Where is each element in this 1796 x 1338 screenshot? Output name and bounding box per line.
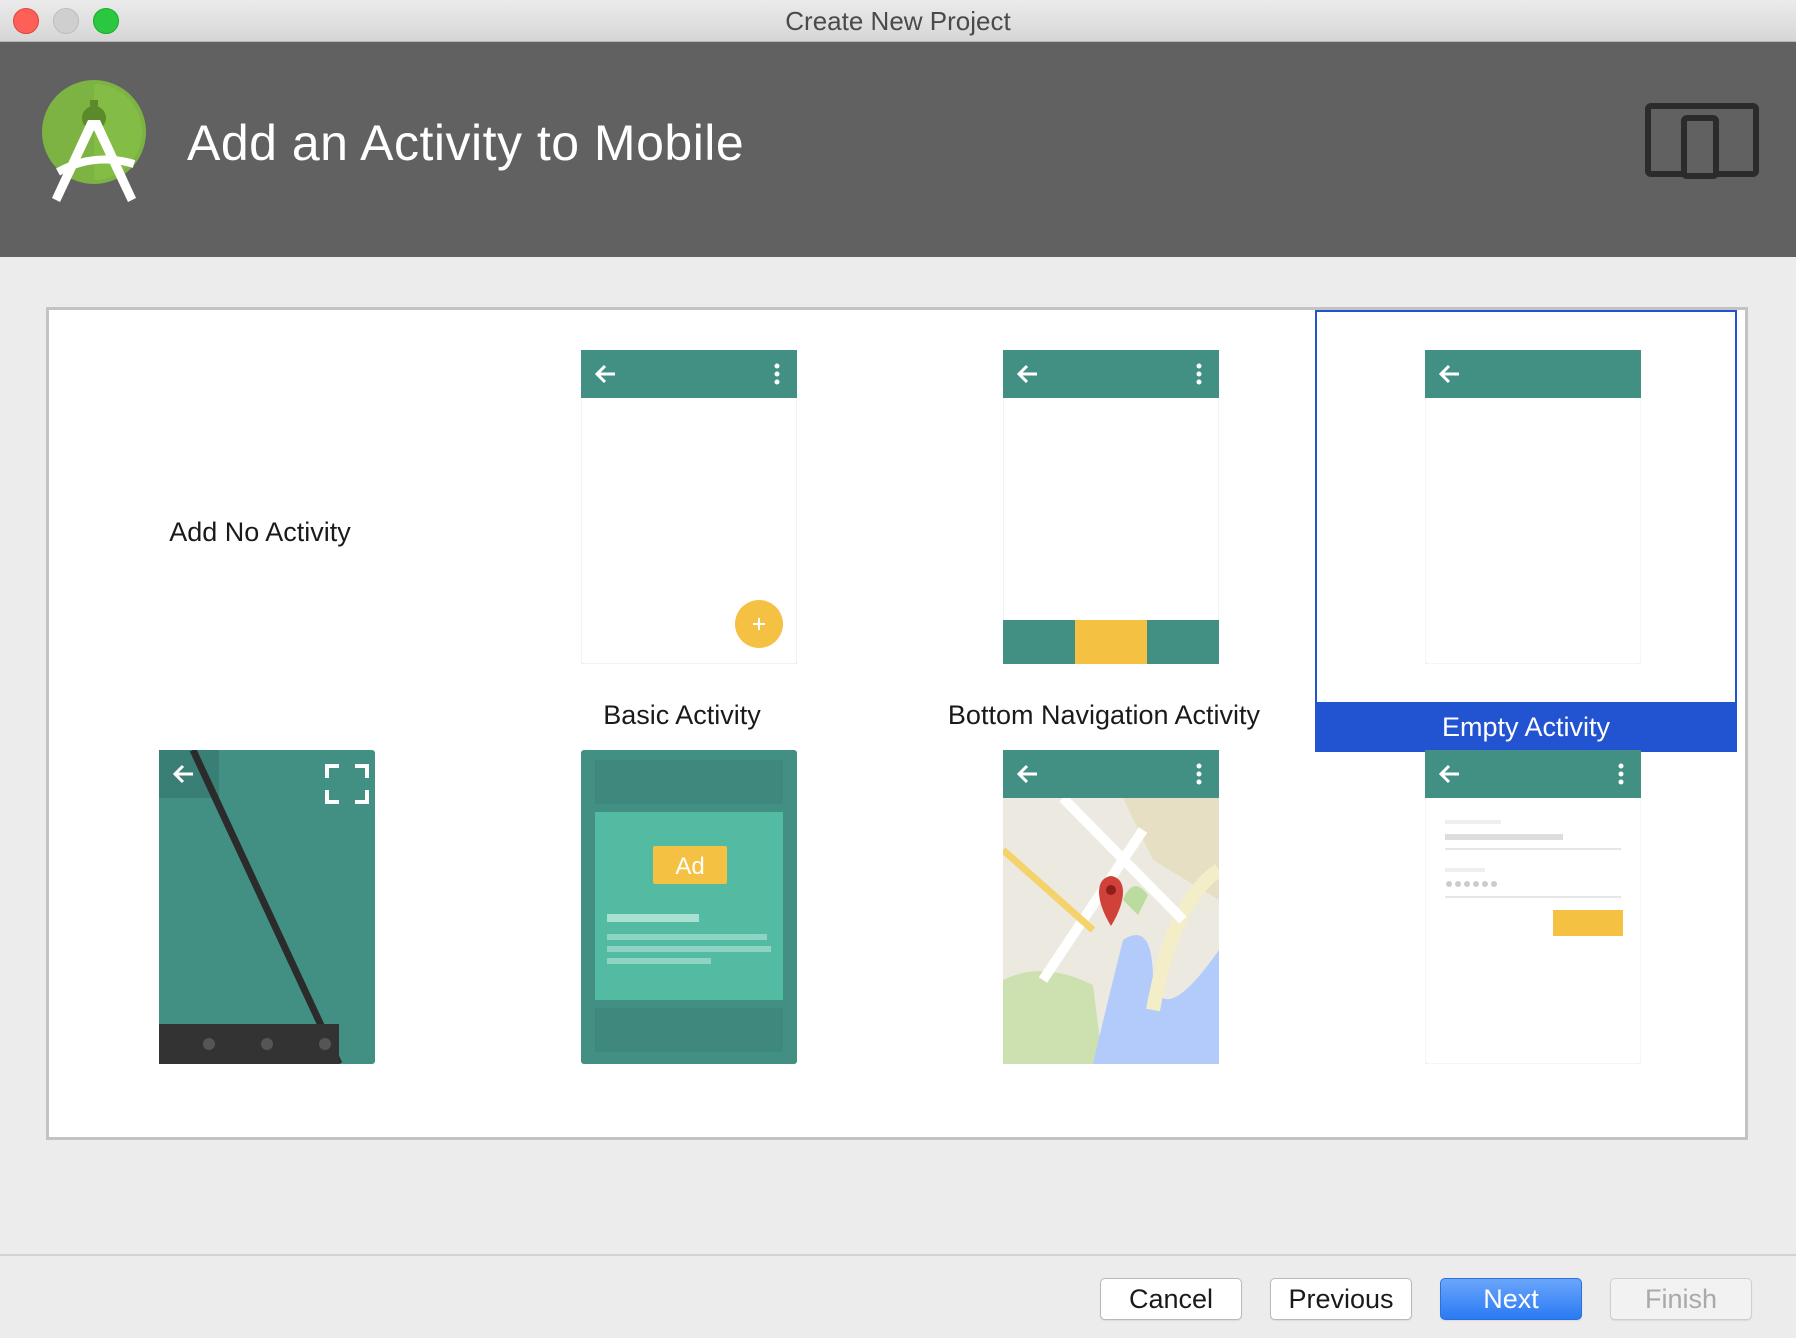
previous-button[interactable]: Previous: [1270, 1278, 1412, 1320]
bottom-navigation-thumbnail: [1003, 350, 1219, 664]
phone-and-tablet-icon: [1645, 103, 1759, 179]
page-title: Add an Activity to Mobile: [187, 115, 745, 171]
ad-badge: Ad: [675, 853, 704, 880]
maps-activity-thumbnail: [1003, 750, 1219, 1064]
footer-divider: [0, 1254, 1796, 1256]
window-title: Create New Project: [785, 6, 1011, 36]
empty-activity-thumbnail: [1425, 350, 1641, 664]
fullscreen-activity-thumbnail: [159, 750, 375, 1064]
wizard-header: Add an Activity to Mobile: [0, 42, 1796, 257]
tile-maps-activity[interactable]: [893, 718, 1315, 1142]
cancel-button[interactable]: Cancel: [1100, 1278, 1242, 1320]
basic-activity-thumbnail: [581, 350, 797, 664]
activity-gallery: Add No Activity Basic Activity Bottom Na…: [46, 307, 1748, 1140]
tile-basic-activity[interactable]: Basic Activity: [471, 310, 893, 734]
tile-admob-activity[interactable]: Ad: [471, 718, 893, 1142]
tile-add-no-activity[interactable]: Add No Activity: [49, 310, 471, 734]
tile-empty-activity[interactable]: Empty Activity: [1315, 310, 1737, 752]
tile-fullscreen-activity[interactable]: [49, 718, 471, 1142]
admob-activity-thumbnail: Ad: [581, 750, 797, 1064]
tile-bottom-navigation-activity[interactable]: Bottom Navigation Activity: [893, 310, 1315, 734]
tile-login-activity[interactable]: [1315, 718, 1737, 1142]
finish-button[interactable]: Finish: [1610, 1278, 1752, 1320]
tile-label: Add No Activity: [169, 517, 351, 547]
next-button[interactable]: Next: [1440, 1278, 1582, 1320]
android-studio-logo-icon: [42, 80, 146, 202]
title-bar: Create New Project: [0, 0, 1796, 42]
login-activity-thumbnail: [1425, 750, 1641, 1064]
